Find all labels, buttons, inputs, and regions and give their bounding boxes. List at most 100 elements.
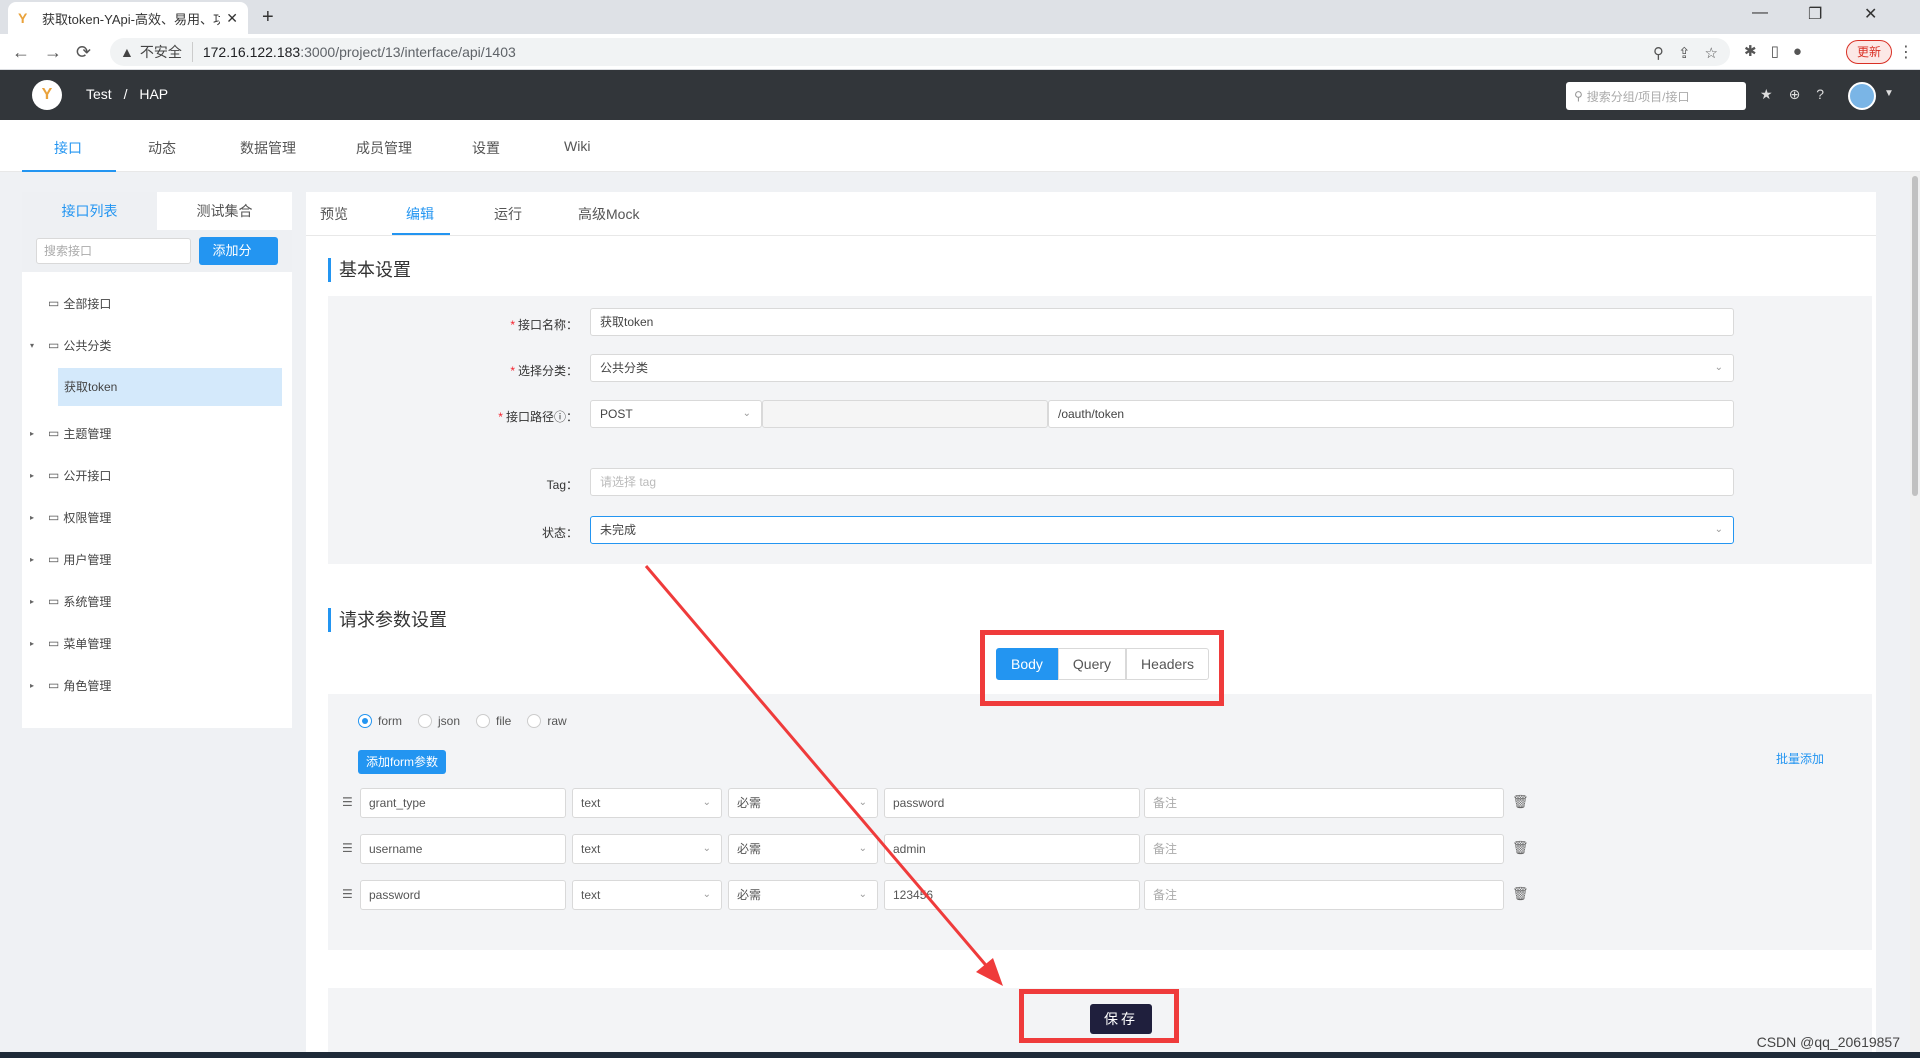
interface-search-input[interactable]: 搜索接口 [36,238,191,264]
tree-item-user[interactable]: ▸ ▭ 用户管理 [22,538,292,580]
caret-right-icon[interactable]: ▸ [30,471,34,480]
param-name-input[interactable]: password [360,880,566,910]
caret-right-icon[interactable]: ▸ [30,597,34,606]
help-circle-icon[interactable]: ⓘ [554,410,566,424]
trash-icon[interactable]: 🗑 [1512,886,1529,902]
help-icon[interactable]: ? [1816,86,1824,103]
maximize-icon[interactable]: ❐ [1808,4,1822,24]
tree-item-open-api[interactable]: ▸ ▭ 公开接口 [22,454,292,496]
zoom-icon[interactable]: ⚲ [1653,44,1664,62]
caret-right-icon[interactable]: ▸ [30,555,34,564]
param-type-select[interactable]: text ⌄ [572,788,722,818]
param-type-select[interactable]: text ⌄ [572,834,722,864]
caret-right-icon[interactable]: ▸ [30,639,34,648]
extensions-icon[interactable]: ✱ [1744,42,1757,60]
tree-item-label: 角色管理 [63,678,112,693]
radio-form[interactable]: form [358,714,402,728]
param-note-input[interactable]: 备注 [1144,880,1504,910]
side-panel-icon[interactable]: ▯ [1771,42,1779,60]
favorites-star-icon[interactable]: ★ [1760,86,1773,103]
caret-right-icon[interactable]: ▸ [30,681,34,690]
header-search-input[interactable]: ⚲ 搜索分组/项目/接口 [1566,82,1746,110]
add-category-button[interactable]: 添加分类 [198,237,278,286]
breadcrumb-group[interactable]: Test [86,86,112,102]
category-select[interactable]: 公共分类 ⌄ [590,354,1734,382]
param-example-input[interactable]: admin [884,834,1140,864]
tree-item-public-category[interactable]: ▾ ▭ 公共分类 [22,324,292,366]
yapi-logo-icon[interactable]: Y [32,80,62,110]
tab-interface-list[interactable]: 接口列表 [22,192,157,230]
param-required-select[interactable]: 必需 ⌄ [728,834,878,864]
security-warning-icon[interactable]: ▲ [120,44,134,60]
url-bar[interactable]: ▲ 不安全 172.16.122.183 :3000/project/13/in… [110,38,1730,66]
tab-run[interactable]: 运行 [494,204,522,224]
subnav-settings[interactable]: 设置 [472,138,500,158]
close-icon[interactable]: ✕ [226,10,238,27]
tree-item-theme[interactable]: ▸ ▭ 主题管理 [22,412,292,454]
method-select[interactable]: POST ⌄ [590,400,762,428]
drag-handle-icon[interactable]: ☰ [342,795,353,809]
param-required-select[interactable]: 必需 ⌄ [728,880,878,910]
status-select[interactable]: 未完成 ⌄ [590,516,1734,544]
breadcrumb-project[interactable]: HAP [139,86,168,102]
tree-item-system[interactable]: ▸ ▭ 系统管理 [22,580,292,622]
drag-handle-icon[interactable]: ☰ [342,841,353,855]
bookmark-star-icon[interactable]: ☆ [1705,44,1718,62]
back-icon[interactable]: ← [12,42,30,63]
param-name-input[interactable]: grant_type [360,788,566,818]
subnav-interface[interactable]: 接口 [54,138,82,158]
page-scrollbar[interactable] [1910,172,1920,1058]
trash-icon[interactable]: 🗑 [1512,794,1529,810]
subnav-data[interactable]: 数据管理 [240,138,296,158]
window-close-icon[interactable]: ✕ [1864,4,1877,24]
param-note-input[interactable]: 备注 [1144,788,1504,818]
share-icon[interactable]: ⇪ [1678,44,1691,62]
browser-tab-active[interactable]: Y 获取token-YApi-高效、易用、功能强大的api管理平台 ✕ [8,2,248,34]
caret-down-icon[interactable]: ▾ [30,341,34,350]
reload-icon[interactable]: ⟳ [76,42,91,63]
param-example-input[interactable]: password [884,788,1140,818]
security-label[interactable]: 不安全 [140,42,193,62]
required-mark: * [510,364,515,378]
param-example-input[interactable]: 123456 [884,880,1140,910]
tree-item-get-token[interactable]: 获取token [58,368,282,406]
add-form-param-button[interactable]: 添加form参数 [358,750,447,774]
folder-icon: ▭ [48,594,60,608]
tree-item-all[interactable]: ▭ 全部接口 [22,282,292,324]
add-project-icon[interactable]: ⊕ [1789,86,1801,103]
bulk-add-link[interactable]: 批量添加 [1776,750,1824,767]
param-required-select[interactable]: 必需 ⌄ [728,788,878,818]
drag-handle-icon[interactable]: ☰ [342,887,353,901]
tab-advanced-mock[interactable]: 高级Mock [578,204,639,224]
update-button[interactable]: 更新 [1846,40,1893,64]
new-tab-icon[interactable]: + [262,6,274,29]
browser-menu-icon[interactable]: ⋮ [1898,42,1914,62]
tag-select[interactable]: 请选择 tag [590,468,1734,496]
param-name-input[interactable]: username [360,834,566,864]
radio-file[interactable]: file [476,714,511,728]
caret-right-icon[interactable]: ▸ [30,513,34,522]
chevron-down-icon[interactable]: ▼ [1884,88,1894,99]
forward-icon[interactable]: → [44,42,62,63]
param-note-input[interactable]: 备注 [1144,834,1504,864]
tree-item-menu[interactable]: ▸ ▭ 菜单管理 [22,622,292,664]
radio-raw[interactable]: raw [527,714,567,728]
subnav-activity[interactable]: 动态 [148,138,176,158]
tab-edit[interactable]: 编辑 [406,204,434,224]
tree-item-role[interactable]: ▸ ▭ 角色管理 [22,664,292,706]
tree-item-permission[interactable]: ▸ ▭ 权限管理 [22,496,292,538]
scrollbar-thumb[interactable] [1912,176,1918,496]
trash-icon[interactable]: 🗑 [1512,840,1529,856]
tab-test-collection[interactable]: 测试集合 [157,192,292,230]
param-type-select[interactable]: text ⌄ [572,880,722,910]
interface-name-input[interactable]: 获取token [590,308,1734,336]
caret-right-icon[interactable]: ▸ [30,429,34,438]
subnav-wiki[interactable]: Wiki [564,138,590,154]
subnav-members[interactable]: 成员管理 [356,138,412,158]
minimize-icon[interactable]: — [1752,4,1768,22]
tab-preview[interactable]: 预览 [320,204,348,224]
path-input[interactable]: /oauth/token [1048,400,1734,428]
radio-json[interactable]: json [418,714,460,728]
avatar[interactable] [1848,82,1876,110]
profile-icon[interactable]: ● [1793,43,1802,60]
